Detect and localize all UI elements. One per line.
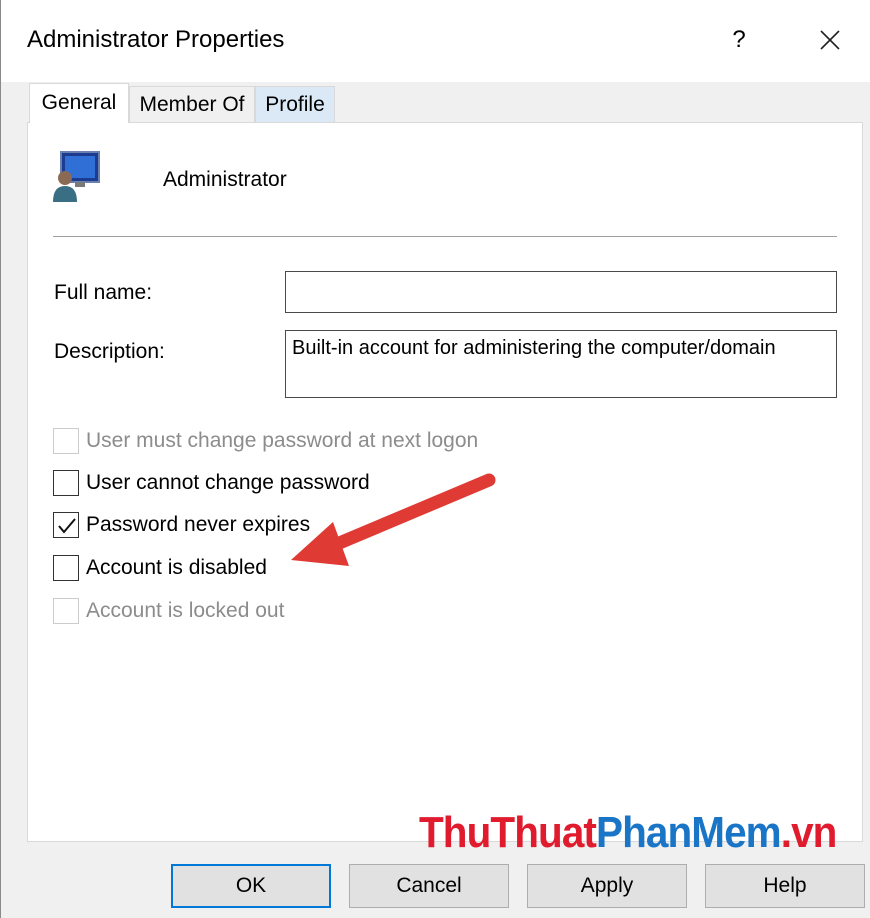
properties-dialog: Administrator Properties ? General Membe… xyxy=(0,0,870,918)
cancel-button[interactable]: Cancel xyxy=(349,864,509,908)
ok-button[interactable]: OK xyxy=(171,864,331,908)
apply-button[interactable]: Apply xyxy=(527,864,687,908)
red-arrow-annotation-icon xyxy=(291,473,496,566)
tab-general[interactable]: General xyxy=(29,83,129,123)
watermark-logo: ThuThuatPhanMem.vn xyxy=(419,808,837,857)
help-button[interactable]: Help xyxy=(705,864,865,908)
